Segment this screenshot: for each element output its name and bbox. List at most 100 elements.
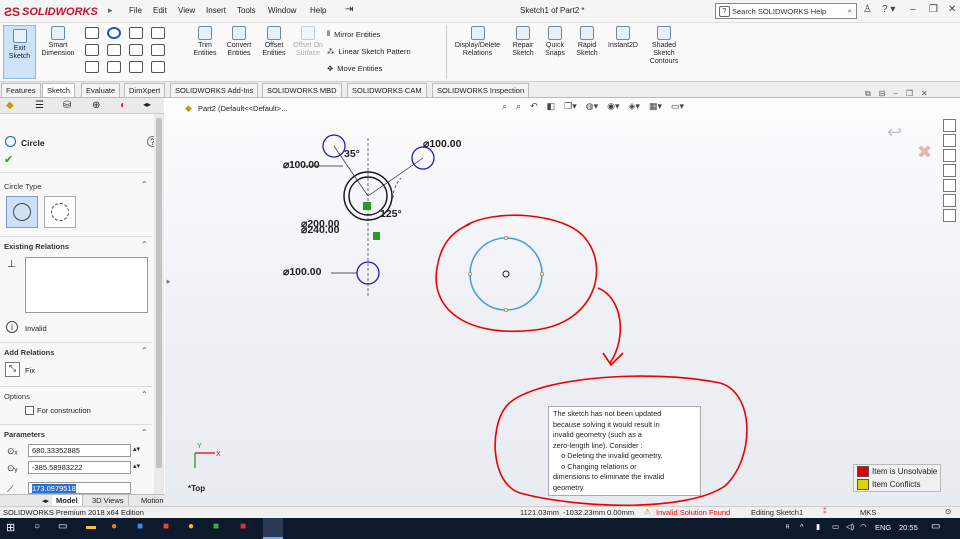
existing-relations-list[interactable] xyxy=(25,257,148,313)
smart-dimension-button[interactable]: Smart Dimension xyxy=(38,26,78,58)
quadrant-point[interactable] xyxy=(503,235,509,241)
tray-arrow-icon[interactable]: ^ xyxy=(800,522,804,531)
help-search-field[interactable]: ? Search SOLIDWORKS Help ⌕ xyxy=(715,3,857,19)
clock[interactable]: 20:55 xyxy=(899,523,918,532)
menu-file[interactable]: File xyxy=(129,6,142,15)
spin-icon[interactable]: ▴▾ xyxy=(133,462,140,470)
office-icon[interactable]: ■ xyxy=(163,521,169,532)
tab-model[interactable]: Model xyxy=(52,495,83,506)
convert-entities-button[interactable]: Convert Entities xyxy=(222,26,256,58)
dimension-240[interactable]: ⌀240.00 xyxy=(301,224,339,236)
parameters-header[interactable]: Parameters xyxy=(4,430,45,439)
firefox-icon[interactable]: ● xyxy=(111,521,117,532)
restore-icon[interactable]: ❐ xyxy=(929,4,938,15)
add-relations-header[interactable]: Add Relations xyxy=(4,348,54,357)
menu-collapse-icon[interactable]: ▸ xyxy=(108,5,113,16)
plane-icon[interactable] xyxy=(151,61,165,73)
instant2d-button[interactable]: Instant2D xyxy=(604,26,642,50)
media-icon[interactable]: ■ xyxy=(240,521,246,532)
units-selector[interactable]: MKS xyxy=(860,508,876,517)
collapse-caret-icon[interactable]: ⌃ xyxy=(141,390,148,399)
search-icon[interactable]: ⌕ xyxy=(848,6,852,16)
fix-relation-icon[interactable]: ⤡ xyxy=(5,362,20,377)
trim-entities-button[interactable]: Trim Entities xyxy=(188,26,222,58)
text-icon[interactable] xyxy=(151,27,165,39)
feature-manager-icon[interactable]: ◆ xyxy=(6,100,14,111)
circle-center-point[interactable] xyxy=(502,270,510,278)
exit-sketch-button[interactable]: Exit Sketch xyxy=(3,25,36,79)
menu-help[interactable]: Help xyxy=(310,6,326,15)
task-view-icon[interactable]: ▭ xyxy=(58,521,67,532)
ellipse-icon[interactable] xyxy=(107,61,121,73)
volume-icon[interactable]: ◁) xyxy=(846,522,854,531)
scrollbar-thumb[interactable] xyxy=(156,118,162,468)
display-delete-relations-button[interactable]: Display/Delete Relations xyxy=(450,26,505,58)
center-x-input[interactable]: 680.33352885 xyxy=(28,444,131,457)
slot-icon[interactable] xyxy=(85,61,99,73)
quadrant-point[interactable] xyxy=(539,271,545,277)
dimension-100-right[interactable]: ⌀100.00 xyxy=(423,138,461,150)
center-y-input[interactable]: -385.58983222 xyxy=(28,461,131,474)
linear-pattern-button[interactable]: ⁂ Linear Sketch Pattern xyxy=(327,47,411,56)
selected-circle[interactable] xyxy=(469,237,543,311)
spin-icon[interactable]: ▴▾ xyxy=(133,445,140,453)
wifi-icon[interactable]: ◠ xyxy=(860,522,867,531)
mirror-entities-button[interactable]: ⫴ Mirror Entities xyxy=(327,29,411,39)
center-circle-type-button[interactable] xyxy=(6,196,38,228)
angle-125-label[interactable]: 125° xyxy=(380,208,402,220)
tab-cam[interactable]: SOLIDWORKS CAM xyxy=(347,83,427,97)
line-icon[interactable] xyxy=(85,27,99,39)
collapse-caret-icon[interactable]: ⌃ xyxy=(141,240,148,249)
existing-relations-header[interactable]: Existing Relations xyxy=(4,242,69,251)
quadrant-point[interactable] xyxy=(503,307,509,313)
tab-inspection[interactable]: SOLIDWORKS Inspection xyxy=(432,83,530,97)
fillet-icon[interactable] xyxy=(129,61,143,73)
notifications-icon[interactable]: ▭ xyxy=(931,521,940,532)
radius-input[interactable]: 173.0979518 xyxy=(28,482,131,494)
user-icon[interactable]: ♙ xyxy=(863,4,872,15)
move-entities-button[interactable]: ✥ Move Entities xyxy=(327,64,411,73)
menu-tools[interactable]: Tools xyxy=(237,6,256,15)
rectangle-icon[interactable] xyxy=(85,44,99,56)
tab-3d-views[interactable]: 3D Views xyxy=(88,495,129,506)
options-header[interactable]: Options xyxy=(4,392,30,401)
network-icon[interactable]: ▮ xyxy=(816,522,820,531)
collapse-caret-icon[interactable]: ⌃ xyxy=(141,428,148,437)
tab-dimxpert[interactable]: DimXpert xyxy=(124,83,166,97)
polygon-icon[interactable] xyxy=(129,44,143,56)
offset-entities-button[interactable]: Offset Entities xyxy=(257,26,291,58)
file-explorer-icon[interactable]: ▬ xyxy=(86,521,96,532)
property-manager-icon[interactable]: ☰ xyxy=(35,100,44,111)
search-icon[interactable]: ○ xyxy=(34,521,40,532)
menu-view[interactable]: View xyxy=(178,6,195,15)
collapse-caret-icon[interactable]: ⌃ xyxy=(141,180,148,189)
circle-type-header[interactable]: Circle Type xyxy=(4,182,41,191)
ok-check-icon[interactable]: ✔ xyxy=(4,153,13,166)
chrome-icon[interactable]: ● xyxy=(188,521,194,532)
store-icon[interactable]: ■ xyxy=(137,521,143,532)
dimxpert-manager-icon[interactable]: ⊕ xyxy=(92,100,100,111)
app-icon[interactable]: ■ xyxy=(213,521,219,532)
angle-35-label[interactable]: 35° xyxy=(344,148,360,160)
spline-icon[interactable] xyxy=(129,27,143,39)
battery-icon[interactable]: ▭ xyxy=(832,522,839,531)
menu-insert[interactable]: Insert xyxy=(206,6,226,15)
close-icon[interactable]: ✕ xyxy=(948,4,956,15)
rapid-sketch-button[interactable]: Rapid Sketch xyxy=(573,26,601,58)
tab-features[interactable]: Features xyxy=(1,83,41,97)
fix-relation-label[interactable]: Fix xyxy=(25,366,35,375)
for-construction-checkbox[interactable] xyxy=(25,406,34,415)
configuration-manager-icon[interactable]: ⛁ xyxy=(63,100,71,111)
solidworks-taskbar-button[interactable] xyxy=(263,518,283,539)
solidworks-logo[interactable]: ƧS SOLIDWORKS xyxy=(4,4,98,20)
repair-sketch-button[interactable]: Repair Sketch xyxy=(508,26,538,58)
perimeter-circle-type-button[interactable] xyxy=(44,196,76,228)
tab-sketch[interactable]: Sketch xyxy=(42,83,75,97)
tab-addins[interactable]: SOLIDWORKS Add-Ins xyxy=(170,83,259,97)
rebuild-icon[interactable]: ⁑ xyxy=(823,507,827,516)
offset-on-surface-button[interactable]: Offset On Surface xyxy=(291,26,325,58)
tabs-scroll-icon[interactable]: ◂▸ xyxy=(143,100,151,109)
people-icon[interactable]: ᴿ xyxy=(786,523,789,532)
arc-icon[interactable] xyxy=(107,44,121,56)
tab-mbd[interactable]: SOLIDWORKS MBD xyxy=(262,83,342,97)
